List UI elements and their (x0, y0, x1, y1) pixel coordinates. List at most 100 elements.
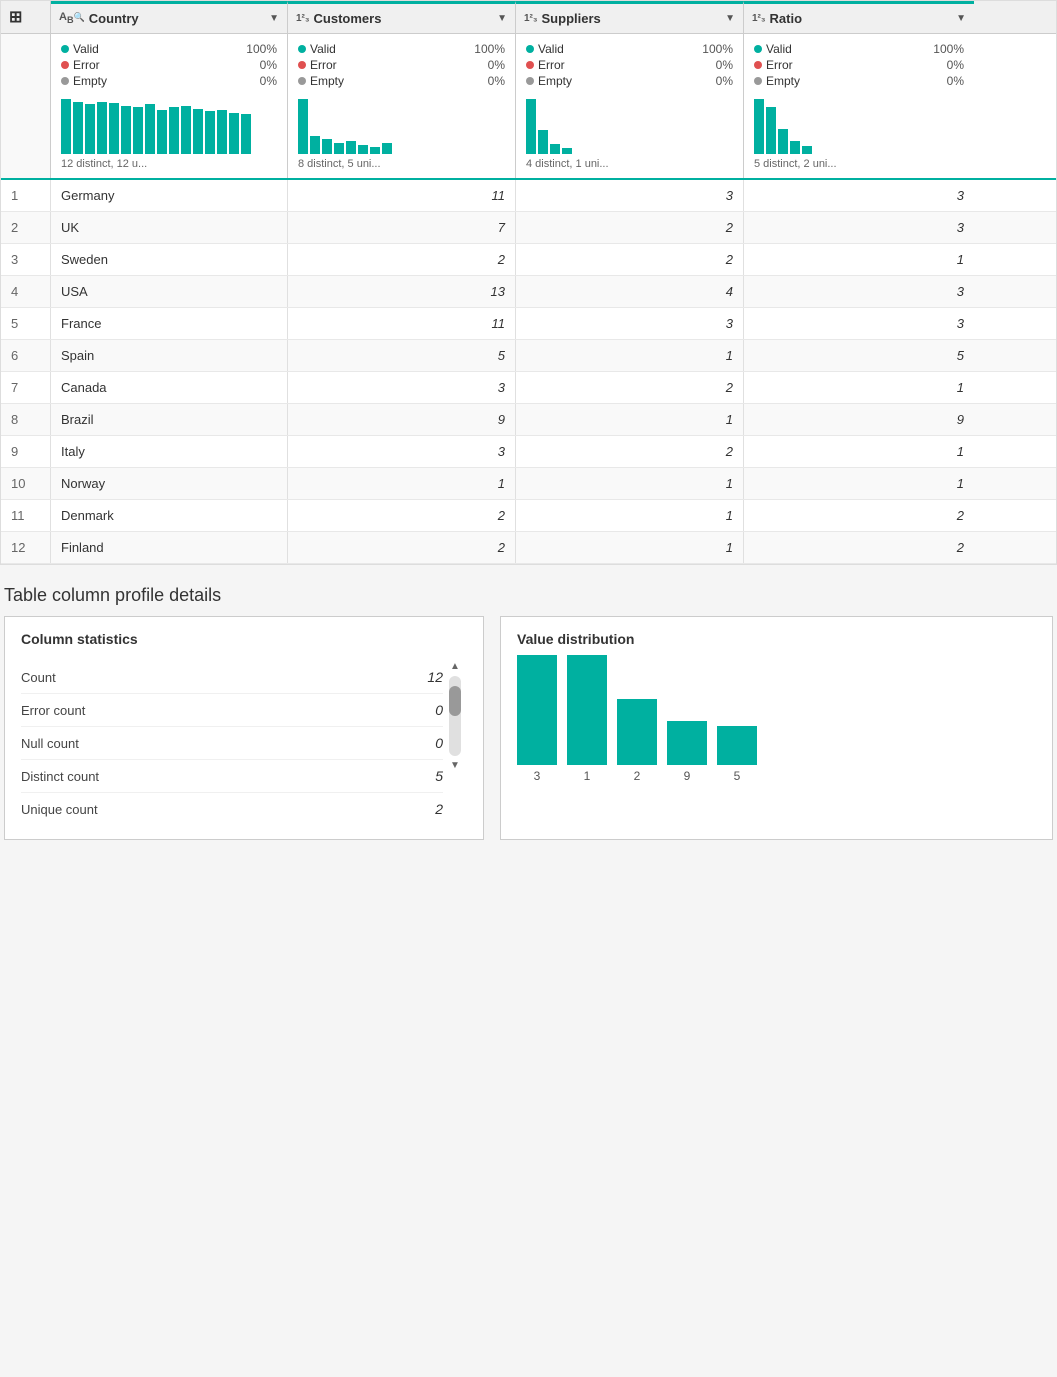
col-stats-rows: Count 12 Error count 0 Null count 0 Dist… (21, 661, 443, 825)
table-row[interactable]: 2 UK 7 2 3 (1, 212, 1056, 244)
valid-label-s: Valid (538, 42, 698, 56)
cell-country: France (51, 308, 288, 339)
mini-bar (181, 106, 191, 154)
table-row[interactable]: 11 Denmark 2 1 2 (1, 500, 1056, 532)
stat-name: Unique count (21, 802, 435, 817)
cell-customers: 11 (288, 180, 516, 211)
dist-chart: 31295 (517, 663, 1036, 783)
cell-ratio: 5 (744, 340, 974, 371)
mini-bar (550, 144, 560, 154)
table-row[interactable]: 5 France 11 3 3 (1, 308, 1056, 340)
customers-empty-pct: 0% (488, 74, 505, 88)
row-number: 1 (1, 180, 51, 211)
cell-ratio: 1 (744, 244, 974, 275)
mini-bar (310, 136, 320, 154)
cell-customers: 11 (288, 308, 516, 339)
scroll-up-icon[interactable]: ▲ (450, 661, 460, 672)
profile-row-num (1, 34, 51, 178)
mini-bar (766, 107, 776, 154)
section-title: Table column profile details (4, 585, 1053, 606)
dropdown-arrow-country[interactable]: ▼ (269, 13, 279, 24)
mini-bar (121, 106, 131, 154)
column-name-customers: Customers (314, 11, 382, 26)
dist-bar-label: 9 (684, 769, 691, 783)
empty-dot-c (298, 77, 306, 85)
column-header-suppliers[interactable]: 1²₃ Suppliers ▼ (516, 1, 744, 33)
valid-dot (61, 45, 69, 53)
profile-stats-row: Valid 100% Error 0% Empty 0% 12 distinct… (1, 34, 1056, 180)
cell-suppliers: 3 (516, 180, 744, 211)
cell-customers: 2 (288, 244, 516, 275)
column-header-customers[interactable]: 1²₃ Customers ▼ (288, 1, 516, 33)
dist-bar-wrap: 9 (667, 721, 707, 783)
dist-bar-label: 3 (534, 769, 541, 783)
cell-customers: 2 (288, 500, 516, 531)
profile-ratio: Valid 100% Error 0% Empty 0% 5 distinct,… (744, 34, 974, 178)
column-header-row: ⊞ AB🔍 Country ▼ 1²₃ Customers ▼ 1²₃ Supp… (1, 1, 1056, 34)
stat-value: 0 (435, 735, 443, 751)
number-type-icon-suppliers: 1²₃ (524, 13, 538, 24)
table-row[interactable]: 8 Brazil 9 1 9 (1, 404, 1056, 436)
dist-bar (617, 699, 657, 765)
mini-bar (526, 99, 536, 154)
table-row[interactable]: 7 Canada 3 2 1 (1, 372, 1056, 404)
mini-bar (370, 147, 380, 154)
cell-country: Sweden (51, 244, 288, 275)
mini-bar (193, 109, 203, 154)
dropdown-arrow-suppliers[interactable]: ▼ (725, 13, 735, 24)
row-number: 2 (1, 212, 51, 243)
empty-label-r: Empty (766, 74, 943, 88)
empty-dot-s (526, 77, 534, 85)
scroll-thumb[interactable] (449, 686, 461, 716)
customers-valid-pct: 100% (474, 42, 505, 56)
mini-bar (169, 107, 179, 154)
cell-country: Brazil (51, 404, 288, 435)
dropdown-arrow-customers[interactable]: ▼ (497, 13, 507, 24)
column-header-country[interactable]: AB🔍 Country ▼ (51, 1, 288, 33)
mini-bar (790, 141, 800, 154)
scroll-down-icon[interactable]: ▼ (450, 760, 460, 771)
mini-bar (229, 113, 239, 154)
mini-bar (538, 130, 548, 154)
profile-country: Valid 100% Error 0% Empty 0% 12 distinct… (51, 34, 288, 178)
dist-bar (667, 721, 707, 765)
ratio-mini-chart (754, 94, 964, 154)
table-row[interactable]: 1 Germany 11 3 3 (1, 180, 1056, 212)
cell-customers: 5 (288, 340, 516, 371)
mini-bar (298, 99, 308, 154)
number-type-icon-ratio: 1²₃ (752, 13, 766, 24)
cell-customers: 7 (288, 212, 516, 243)
mini-bar (322, 139, 332, 154)
table-row[interactable]: 12 Finland 2 1 2 (1, 532, 1056, 564)
data-table: ⊞ AB🔍 Country ▼ 1²₃ Customers ▼ 1²₃ Supp… (0, 0, 1057, 565)
mini-bar (346, 141, 356, 154)
table-row[interactable]: 4 USA 13 4 3 (1, 276, 1056, 308)
cell-suppliers: 4 (516, 276, 744, 307)
table-row[interactable]: 3 Sweden 2 2 1 (1, 244, 1056, 276)
row-number: 12 (1, 532, 51, 563)
cell-ratio: 1 (744, 436, 974, 467)
dist-bar (517, 655, 557, 765)
cell-ratio: 1 (744, 468, 974, 499)
mini-bar (217, 110, 227, 154)
table-row[interactable]: 9 Italy 3 2 1 (1, 436, 1056, 468)
empty-label: Empty (73, 74, 256, 88)
cell-suppliers: 1 (516, 404, 744, 435)
mini-bar (205, 111, 215, 154)
table-icon: ⊞ (9, 7, 22, 27)
cell-country: Germany (51, 180, 288, 211)
suppliers-error-pct: 0% (716, 58, 733, 72)
mini-bar (73, 102, 83, 154)
dropdown-arrow-ratio[interactable]: ▼ (956, 13, 966, 24)
column-header-ratio[interactable]: 1²₃ Ratio ▼ (744, 1, 974, 33)
valid-dot-s (526, 45, 534, 53)
table-row[interactable]: 6 Spain 5 1 5 (1, 340, 1056, 372)
row-number: 10 (1, 468, 51, 499)
scrollbar[interactable]: ▲ ▼ (443, 661, 467, 825)
cell-customers: 3 (288, 372, 516, 403)
table-row[interactable]: 10 Norway 1 1 1 (1, 468, 1056, 500)
scroll-track[interactable] (449, 676, 461, 756)
mini-bar (133, 107, 143, 154)
mini-bar (109, 103, 119, 154)
country-error-pct: 0% (260, 58, 277, 72)
